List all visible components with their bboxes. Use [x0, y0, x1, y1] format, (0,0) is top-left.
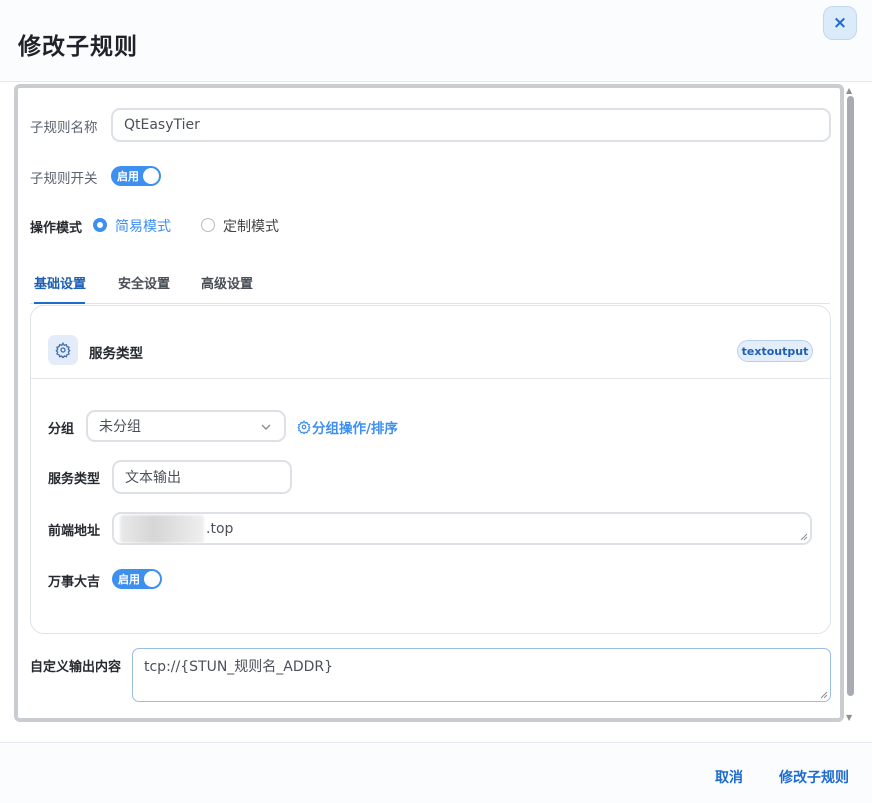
mode-label: 操作模式: [30, 221, 83, 236]
radio-custom-label: 定制模式: [223, 219, 279, 235]
lucky-toggle[interactable]: 启用: [112, 569, 162, 589]
close-button[interactable]: ×: [823, 6, 857, 40]
close-icon: ×: [832, 13, 848, 33]
radio-checked-icon: [93, 218, 107, 232]
rule-name-label: 子规则名称: [30, 120, 98, 136]
settings-tabs: 基础设置 安全设置 高级设置: [30, 262, 830, 304]
radio-unchecked-icon: [201, 218, 215, 232]
frontend-address-label: 前端地址: [48, 524, 101, 539]
group-select-value: 未分组: [99, 419, 141, 435]
gear-icon: [48, 335, 78, 365]
group-label: 分组: [48, 422, 75, 437]
service-type-field[interactable]: 文本输出: [112, 460, 292, 494]
redacted-region: [120, 515, 204, 543]
service-type-value: 文本输出: [125, 470, 181, 486]
lucky-label: 万事大吉: [48, 575, 101, 590]
resize-grip-icon[interactable]: [800, 533, 808, 541]
service-type-label: 服务类型: [48, 472, 101, 487]
frontend-address-value: .top: [206, 520, 234, 537]
custom-output-value: tcp://{STUN_规则名_ADDR}: [144, 659, 334, 675]
tab-security[interactable]: 安全设置: [118, 273, 170, 292]
gear-icon: [297, 420, 311, 434]
service-type-badge: textoutput: [737, 340, 813, 362]
resize-grip-icon[interactable]: [820, 691, 828, 699]
custom-output-label: 自定义输出内容: [30, 660, 122, 675]
active-tab-indicator: [34, 302, 85, 304]
frontend-address-input[interactable]: .top: [112, 512, 812, 545]
scroll-up-icon[interactable]: ▲: [846, 86, 852, 95]
toggle-knob: [143, 168, 159, 184]
dialog-footer: 取消 修改子规则: [0, 742, 872, 803]
rule-name-input[interactable]: QtEasyTier: [111, 108, 831, 142]
tab-basic[interactable]: 基础设置: [34, 273, 86, 292]
submit-button[interactable]: 修改子规则: [779, 767, 849, 787]
group-select[interactable]: 未分组: [86, 410, 286, 442]
mode-radio-group: 简易模式 定制模式: [88, 210, 280, 242]
chevron-down-icon: [261, 424, 271, 430]
scrollbar-thumb[interactable]: [847, 96, 854, 696]
rule-name-value: QtEasyTier: [124, 117, 200, 133]
service-card-title: 服务类型: [89, 346, 143, 362]
service-card-header: 服务类型 textoutput: [31, 306, 830, 379]
toggle-knob: [144, 571, 160, 587]
cancel-button[interactable]: 取消: [715, 767, 743, 787]
tab-advanced[interactable]: 高级设置: [201, 273, 253, 292]
dialog-header: 修改子规则 ×: [0, 0, 872, 82]
rule-switch-state: 启用: [117, 170, 139, 183]
scroll-down-icon[interactable]: ▼: [846, 713, 852, 722]
lucky-toggle-state: 启用: [118, 573, 140, 586]
group-manage-link[interactable]: 分组操作/排序: [297, 417, 398, 437]
dialog-title: 修改子规则: [18, 34, 138, 60]
radio-simple-label: 简易模式: [115, 219, 171, 235]
scrollbar[interactable]: ▲ ▼: [845, 84, 856, 722]
rule-switch-toggle[interactable]: 启用: [111, 166, 161, 186]
group-manage-label: 分组操作/排序: [312, 421, 398, 437]
rule-switch-label: 子规则开关: [30, 171, 98, 187]
custom-output-textarea[interactable]: tcp://{STUN_规则名_ADDR}: [132, 648, 831, 702]
